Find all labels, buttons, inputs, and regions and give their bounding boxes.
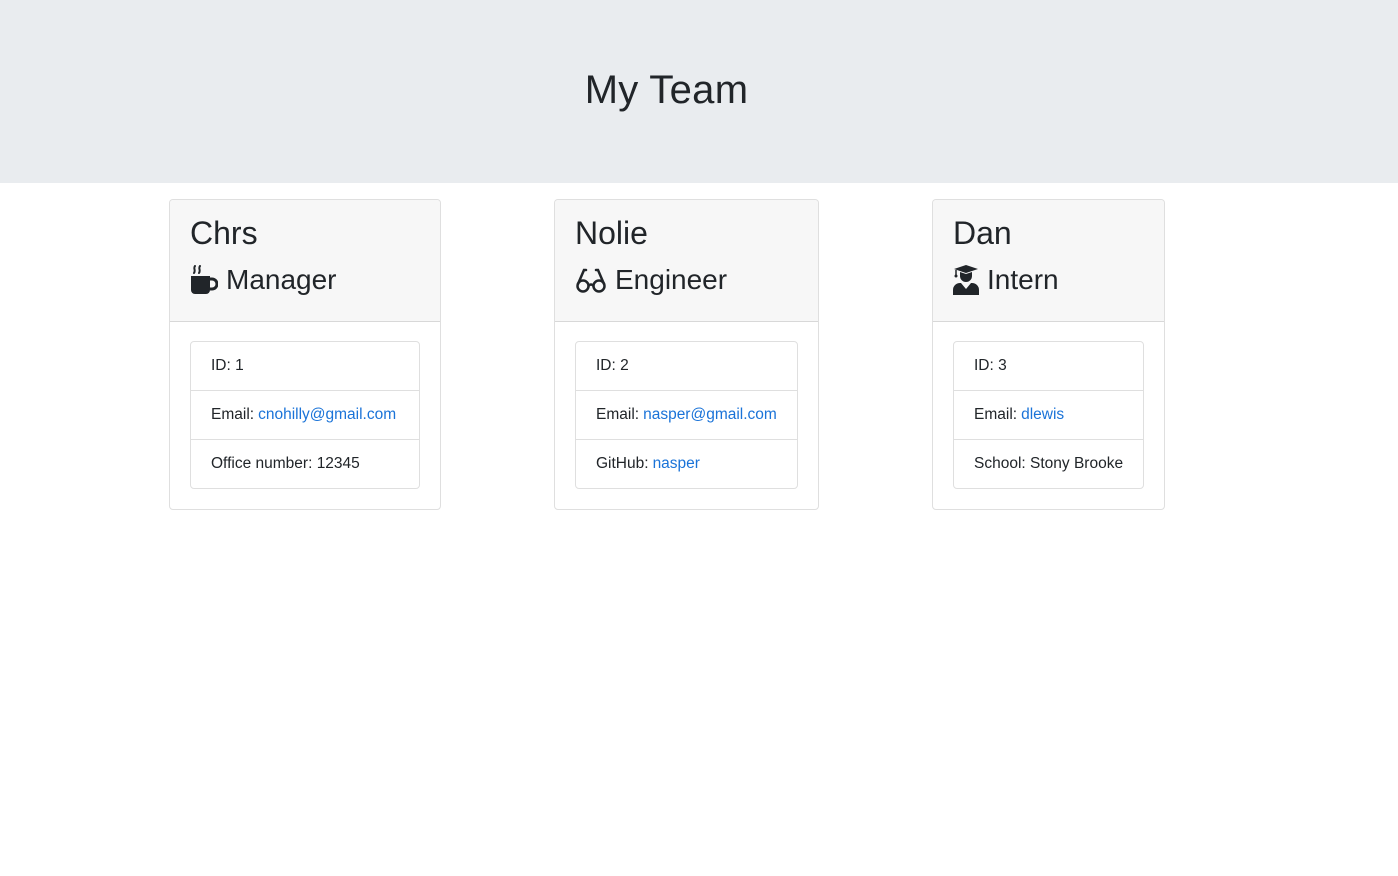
details-list: ID: 2 Email: nasper@gmail.com GitHub: nasp…	[575, 341, 798, 489]
id-value: 3	[998, 357, 1007, 374]
id-label: ID:	[974, 357, 994, 374]
header-banner: My Team	[0, 0, 1398, 183]
email-row: Email: nasper@gmail.com	[576, 391, 797, 440]
page-title: My Team	[584, 68, 749, 112]
email-row: Email: cnohilly@gmail.com	[191, 391, 419, 440]
email-link[interactable]: cnohilly@gmail.com	[258, 406, 396, 424]
school-label: School:	[974, 455, 1026, 472]
role-label: Intern	[987, 264, 1059, 295]
github-row: GitHub: nasper	[576, 440, 797, 488]
employee-name: Dan	[953, 215, 1012, 251]
school-value: Stony Brooke	[1030, 455, 1124, 472]
role-label: Engineer	[615, 264, 728, 295]
details-list: ID: 3 Email: dlewis School: Stony Brooke	[953, 341, 1144, 489]
email-link[interactable]: nasper@gmail.com	[643, 406, 777, 424]
mug-hot-icon	[190, 265, 218, 295]
employee-card-engineer: Nolie Engineer ID: 2 Email: nasper@gmail.…	[554, 199, 819, 510]
glasses-icon	[575, 266, 607, 294]
email-row: Email: dlewis	[954, 391, 1143, 440]
school-row: School: Stony Brooke	[954, 440, 1143, 488]
details-list: ID: 1 Email: cnohilly@gmail.com Office nu…	[190, 341, 420, 489]
id-value: 2	[620, 357, 629, 374]
id-row: ID: 3	[954, 342, 1143, 391]
employee-role: Manager	[190, 262, 337, 298]
email-label: Email:	[974, 406, 1018, 423]
email-label: Email:	[211, 406, 255, 423]
email-label: Email:	[596, 406, 640, 423]
office-number-label: Office number:	[211, 455, 313, 472]
id-value: 1	[235, 357, 244, 374]
employee-card-intern: Dan Intern ID: 3 Email: dlewis School: St…	[932, 199, 1165, 510]
id-label: ID:	[211, 357, 231, 374]
employee-role: Engineer	[575, 262, 727, 298]
user-graduate-icon	[953, 265, 979, 295]
office-number-value: 12345	[316, 455, 360, 472]
id-row: ID: 2	[576, 342, 797, 391]
employee-card-manager: Chrs Manager ID: 1 Email: cnohilly@gmail.…	[169, 199, 441, 510]
employee-name: Nolie	[575, 215, 648, 251]
card-header: Chrs Manager	[170, 200, 440, 322]
id-label: ID:	[596, 357, 616, 374]
github-link[interactable]: nasper	[653, 455, 700, 473]
id-row: ID: 1	[191, 342, 419, 391]
email-link[interactable]: dlewis	[1021, 406, 1064, 424]
employee-name: Chrs	[190, 215, 258, 251]
employee-role: Intern	[953, 262, 1059, 298]
card-header: Nolie Engineer	[555, 200, 818, 322]
role-label: Manager	[226, 264, 337, 295]
github-label: GitHub:	[596, 455, 649, 472]
card-header: Dan Intern	[933, 200, 1164, 322]
office-number-row: Office number: 12345	[191, 440, 419, 488]
